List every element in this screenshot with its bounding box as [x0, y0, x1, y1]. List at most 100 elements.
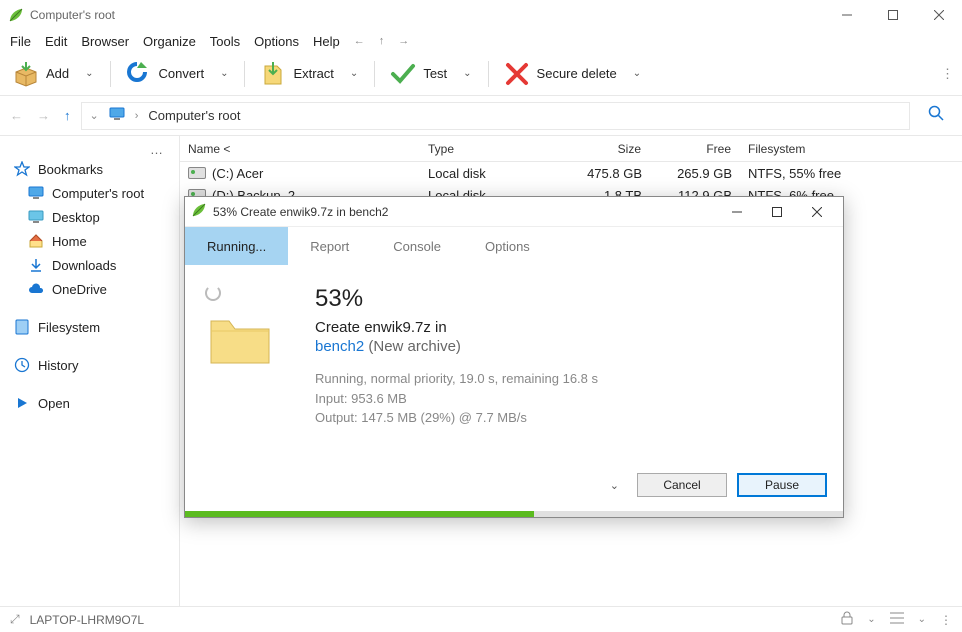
- spinner-icon: [205, 285, 221, 301]
- nav-up-icon[interactable]: ↑: [379, 35, 385, 47]
- sidebar-item-home[interactable]: Home: [0, 229, 179, 253]
- dialog-maximize-button[interactable]: [757, 198, 797, 226]
- close-button[interactable]: [916, 0, 962, 30]
- table-row[interactable]: (C:) Acer Local disk 475.8 GB 265.9 GB N…: [180, 162, 962, 184]
- row-size: 475.8 GB: [570, 166, 650, 181]
- menu-help[interactable]: Help: [313, 34, 340, 49]
- sidebar-open[interactable]: Open: [0, 391, 179, 415]
- statusbar: ⤢ LAPTOP-LHRM9O7L ⌄ ⌄ ⋮: [0, 606, 962, 632]
- extract-caret-icon[interactable]: ⌄: [344, 68, 364, 79]
- secure-delete-caret-icon[interactable]: ⌄: [627, 68, 647, 79]
- monitor-icon: [28, 185, 44, 201]
- tab-console[interactable]: Console: [371, 227, 463, 265]
- play-icon: [14, 395, 30, 411]
- sidebar-item-onedrive[interactable]: OneDrive: [0, 277, 179, 301]
- menu-browser[interactable]: Browser: [81, 34, 129, 49]
- sidebar-item-label: OneDrive: [52, 282, 107, 297]
- menu-options[interactable]: Options: [254, 34, 299, 49]
- caret-down-icon[interactable]: ⌄: [867, 614, 875, 625]
- sidebar-filesystem[interactable]: Filesystem: [0, 315, 179, 339]
- toolbar-overflow-icon[interactable]: ⋮: [941, 66, 954, 82]
- secure-delete-button[interactable]: Secure delete: [499, 56, 621, 92]
- column-headers: Name < Type Size Free Filesystem: [180, 136, 962, 162]
- col-filesystem[interactable]: Filesystem: [740, 142, 962, 156]
- star-icon: [14, 161, 30, 177]
- convert-caret-icon[interactable]: ⌄: [214, 68, 234, 79]
- tab-running[interactable]: Running...: [185, 227, 288, 265]
- sidebar-bookmarks[interactable]: Bookmarks: [0, 157, 179, 181]
- sidebar-filesystem-label: Filesystem: [38, 320, 100, 335]
- sidebar-item-desktop[interactable]: Desktop: [0, 205, 179, 229]
- progress-bar-fill: [185, 511, 534, 517]
- pause-button[interactable]: Pause: [737, 473, 827, 497]
- toolbar-separator: [374, 61, 375, 87]
- status-overflow-icon[interactable]: ⋮: [940, 613, 952, 627]
- convert-button[interactable]: Convert: [121, 56, 209, 92]
- menubar: File Edit Browser Organize Tools Options…: [0, 30, 962, 52]
- row-name: (C:) Acer: [212, 166, 263, 181]
- address-bar[interactable]: ⌄ › Computer's root: [81, 102, 911, 130]
- breadcrumb-path[interactable]: Computer's root: [148, 108, 240, 123]
- app-icon: [8, 7, 24, 23]
- extract-button[interactable]: Extract: [255, 56, 337, 92]
- navbar: ← → ↑ ⌄ › Computer's root: [0, 96, 962, 136]
- clock-icon: [14, 357, 30, 373]
- sidebar-item-label: Home: [52, 234, 87, 249]
- window-titlebar: Computer's root: [0, 0, 962, 30]
- minimize-button[interactable]: [824, 0, 870, 30]
- download-icon: [28, 257, 44, 273]
- sidebar-item-computer[interactable]: Computer's root: [0, 181, 179, 205]
- checkmark-icon: [389, 60, 417, 88]
- list-view-icon[interactable]: [890, 612, 904, 627]
- add-caret-icon[interactable]: ⌄: [79, 68, 99, 79]
- tab-options[interactable]: Options: [463, 227, 552, 265]
- progress-meta1: Running, normal priority, 19.0 s, remain…: [315, 369, 815, 389]
- progress-meta2: Input: 953.6 MB: [315, 389, 815, 409]
- col-size[interactable]: Size: [570, 142, 650, 156]
- chevron-right-icon[interactable]: ›: [135, 110, 139, 122]
- forward-icon[interactable]: →: [37, 108, 50, 123]
- dialog-minimize-button[interactable]: [717, 198, 757, 226]
- tab-report[interactable]: Report: [288, 227, 371, 265]
- sidebar-item-downloads[interactable]: Downloads: [0, 253, 179, 277]
- maximize-button[interactable]: [870, 0, 916, 30]
- dialog-close-button[interactable]: [797, 198, 837, 226]
- box-add-icon: [12, 60, 40, 88]
- address-dropdown-icon[interactable]: ⌄: [90, 109, 99, 122]
- menu-file[interactable]: File: [10, 34, 31, 49]
- nav-forward-icon[interactable]: →: [398, 35, 409, 47]
- window-title: Computer's root: [30, 8, 824, 22]
- add-label: Add: [46, 66, 69, 81]
- add-button[interactable]: Add: [8, 56, 73, 92]
- sidebar-overflow-icon[interactable]: …: [0, 142, 179, 157]
- sidebar-history[interactable]: History: [0, 353, 179, 377]
- disk-icon: [188, 167, 206, 179]
- expand-icon[interactable]: ⤢: [10, 612, 20, 627]
- test-caret-icon[interactable]: ⌄: [457, 68, 477, 79]
- progress-action: Create enwik9.7z in: [315, 319, 815, 336]
- back-icon[interactable]: ←: [10, 108, 23, 123]
- monitor-icon: [109, 107, 125, 124]
- desktop-icon: [28, 209, 44, 225]
- row-fs: NTFS, 55% free: [740, 166, 962, 181]
- toolbar-separator: [244, 61, 245, 87]
- sidebar-open-label: Open: [38, 396, 70, 411]
- col-free[interactable]: Free: [650, 142, 740, 156]
- sidebar-history-label: History: [38, 358, 78, 373]
- lock-icon[interactable]: [841, 611, 853, 628]
- cancel-button[interactable]: Cancel: [637, 473, 727, 497]
- menu-organize[interactable]: Organize: [143, 34, 196, 49]
- convert-label: Convert: [159, 66, 205, 81]
- cloud-icon: [28, 281, 44, 297]
- col-name[interactable]: Name <: [180, 142, 420, 156]
- up-icon[interactable]: ↑: [64, 108, 71, 123]
- nav-back-icon[interactable]: ←: [354, 35, 365, 47]
- dialog-options-caret-icon[interactable]: ⌄: [602, 479, 627, 492]
- col-type[interactable]: Type: [420, 142, 570, 156]
- test-button[interactable]: Test: [385, 56, 451, 92]
- search-icon[interactable]: [920, 105, 952, 126]
- menu-tools[interactable]: Tools: [210, 34, 240, 49]
- caret-down-icon[interactable]: ⌄: [918, 614, 926, 625]
- dest-link[interactable]: bench2: [315, 338, 364, 355]
- menu-edit[interactable]: Edit: [45, 34, 67, 49]
